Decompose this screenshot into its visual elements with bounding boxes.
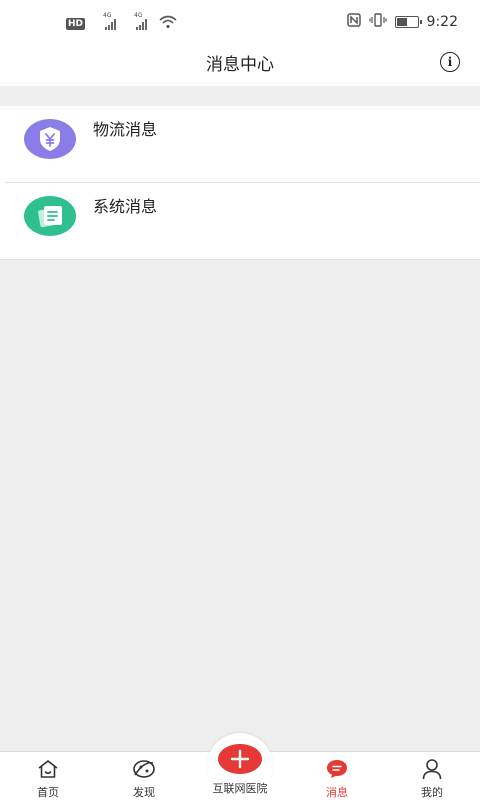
clock: 9:22 [426,13,458,30]
nav-label: 我的 [421,786,443,799]
title-bar: 消息中心 i [0,44,480,86]
discover-icon [114,758,174,780]
shield-yen-icon [24,119,76,159]
hd-badge: HD [66,17,86,30]
message-item-label: 物流消息 [93,120,158,139]
internet-hospital-label: 互联网医院 [212,782,268,795]
document-icon [24,196,76,236]
message-item-system[interactable]: 系统消息 [0,183,480,260]
network-type-1: 4G [103,11,112,19]
nav-label: 发现 [133,786,155,799]
signal-icon-2: 4G [134,12,148,30]
home-icon [18,758,78,780]
info-button[interactable]: i [440,52,460,72]
nav-item-profile[interactable]: 我的 [402,758,462,800]
message-list: 物流消息 系统消息 [0,106,480,260]
nav-item-discover[interactable]: 发现 [114,758,174,800]
message-item-label: 系统消息 [93,197,158,216]
nav-item-messages[interactable]: 消息 [307,758,367,800]
message-item-logistics[interactable]: 物流消息 [5,106,480,183]
info-icon: i [447,55,453,69]
nav-label: 首页 [37,786,59,799]
nav-item-home[interactable]: 首页 [18,758,78,800]
status-bar: HD 4G 4G 9:22 [0,0,480,44]
battery-icon [394,15,422,28]
status-left: HD 4G 4G [66,12,177,33]
network-type-2: 4G [134,11,143,19]
signal-icon: 4G [103,12,117,30]
message-icon [307,758,367,780]
nfc-icon [346,12,361,31]
nav-label: 消息 [326,786,348,799]
user-icon [402,758,462,780]
wifi-icon [159,14,177,33]
vibrate-icon [368,12,387,31]
page-title: 消息中心 [206,55,274,75]
plus-icon [218,744,262,774]
status-right: 9:22 [346,12,458,31]
